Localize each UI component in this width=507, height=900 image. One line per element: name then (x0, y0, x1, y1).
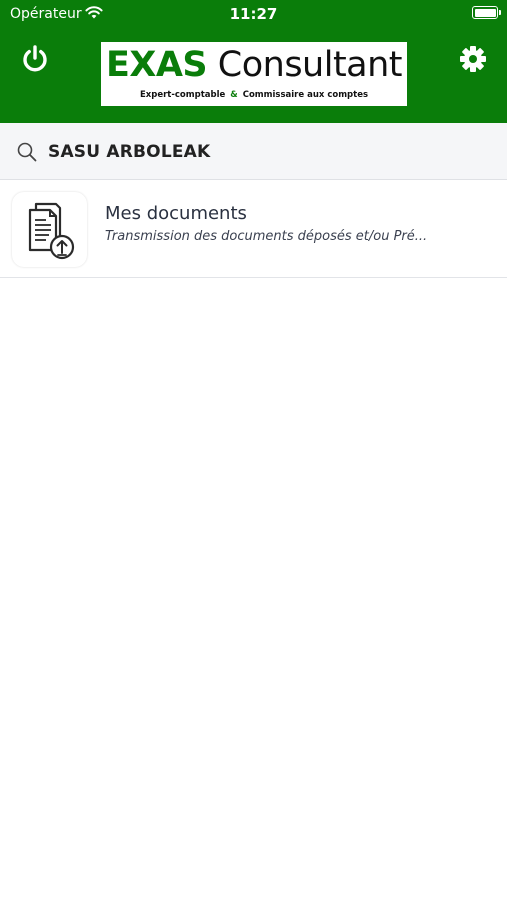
list-item-mes-documents[interactable]: Mes documents Transmission des documents… (0, 180, 507, 278)
list-item-subtitle: Transmission des documents déposés et/ou… (105, 229, 428, 244)
list-item-title: Mes documents (105, 203, 247, 224)
gear-icon (460, 46, 486, 72)
settings-button[interactable] (458, 44, 488, 74)
search-bar[interactable]: SASU ARBOLEAK (0, 123, 507, 180)
search-icon (17, 142, 37, 162)
status-bar: Opérateur 11:27 (0, 0, 507, 30)
search-input[interactable]: SASU ARBOLEAK (48, 142, 210, 162)
power-button[interactable] (20, 43, 50, 73)
logo-tagline: Expert-comptable & Commissaire aux comptes (139, 90, 369, 100)
power-icon (23, 45, 47, 72)
status-time: 11:27 (229, 5, 278, 23)
brand-logo: EXAS Consultant Expert-comptable & Commiss… (101, 42, 407, 106)
app-screen: Opérateur 11:27 EXAS Consultant Expert-c… (0, 0, 507, 900)
document-upload-icon (28, 202, 75, 260)
list-item-thumbnail (12, 192, 87, 267)
battery-icon (472, 6, 501, 19)
app-header: Opérateur 11:27 EXAS Consultant Expert-c… (0, 0, 507, 123)
logo-title: EXAS Consultant (105, 45, 403, 85)
